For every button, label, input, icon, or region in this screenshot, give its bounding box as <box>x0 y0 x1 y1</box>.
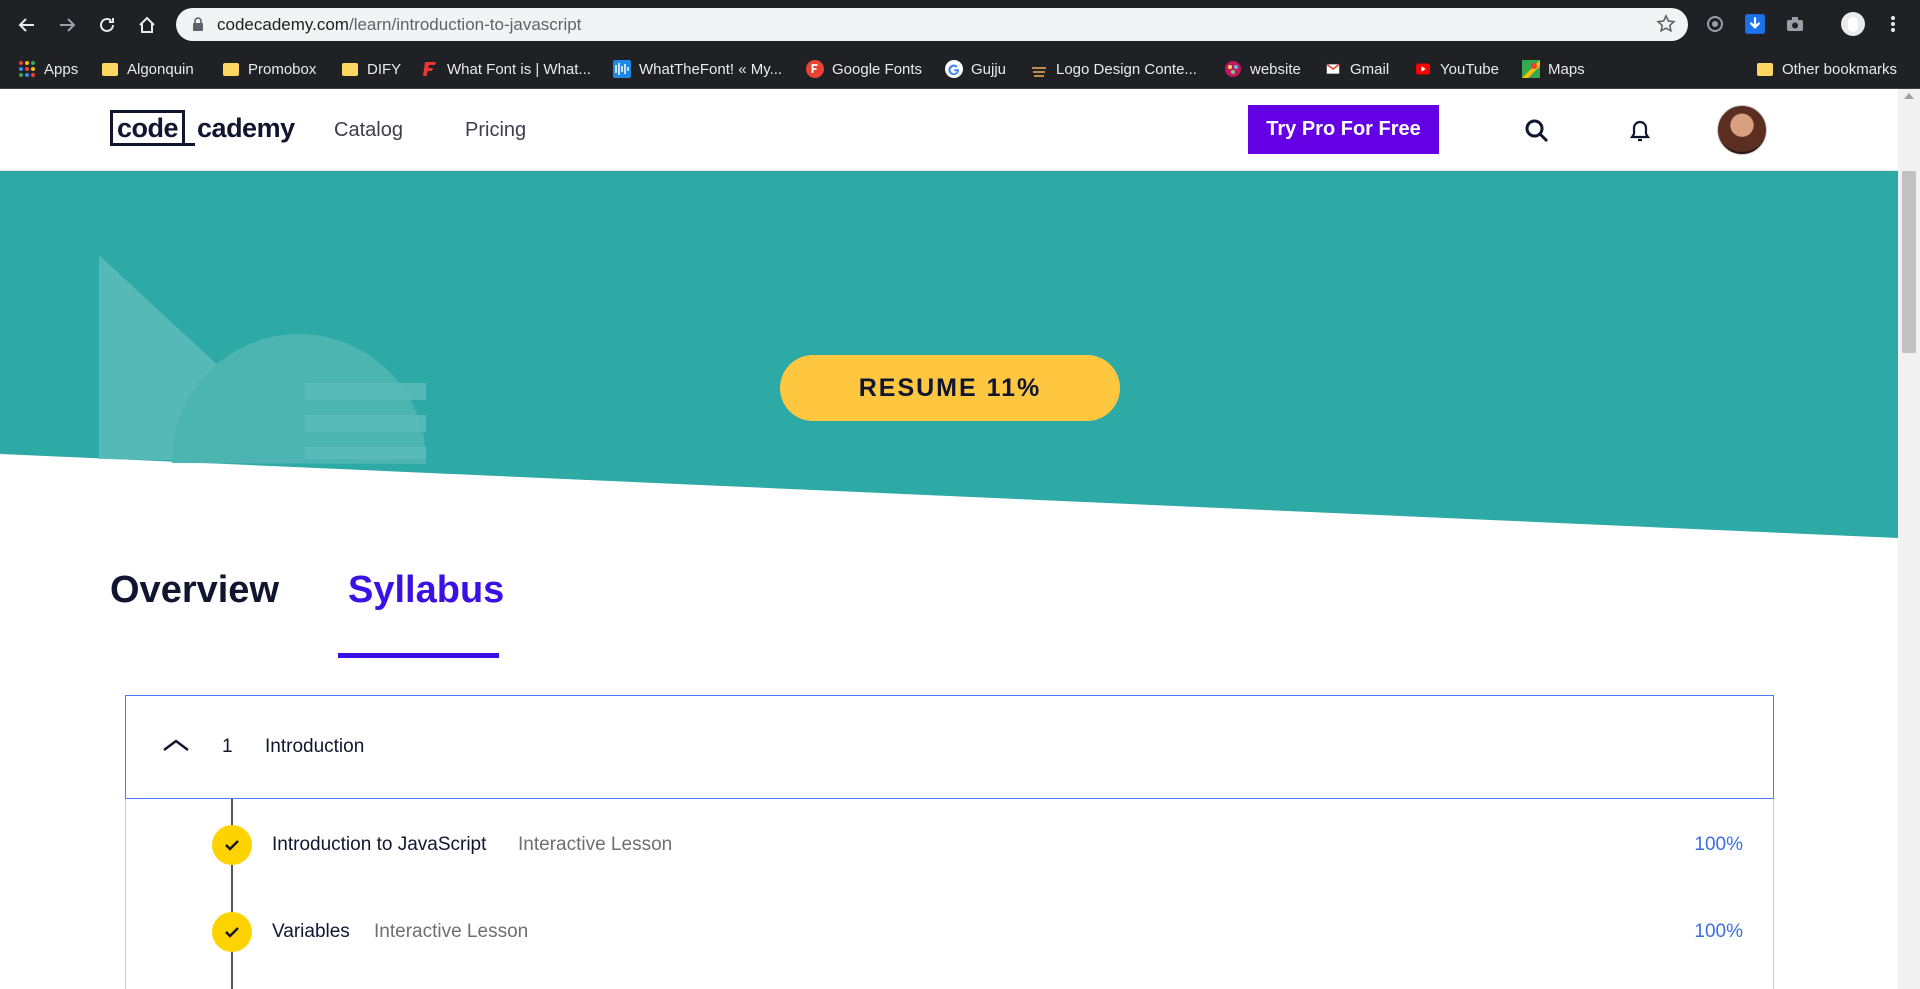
bookmark-promobox[interactable]: Promobox <box>222 49 316 89</box>
checkmark-icon <box>212 825 252 865</box>
google-icon <box>945 60 963 78</box>
bookmark-label: Apps <box>44 60 79 78</box>
folder-icon <box>1756 60 1774 78</box>
tab-syllabus[interactable]: Syllabus <box>348 569 504 612</box>
url-text: codecademy.com/learn/introduction-to-jav… <box>217 15 582 34</box>
bookmark-google-fonts[interactable]: Google Fonts <box>806 49 922 89</box>
home-button[interactable] <box>132 10 162 40</box>
module-title: Introduction <box>265 736 365 757</box>
back-button[interactable] <box>12 10 42 40</box>
scrollbar-thumb[interactable] <box>1902 171 1916 353</box>
bookmark-label: Gmail <box>1350 60 1390 78</box>
nav-pricing[interactable]: Pricing <box>465 119 526 142</box>
nav-catalog[interactable]: Catalog <box>334 119 403 142</box>
bookmark-label: Google Fonts <box>832 60 923 78</box>
bookmark-maps[interactable]: Maps <box>1522 49 1585 89</box>
folder-icon <box>222 60 240 78</box>
bookmark-label: Gujju <box>971 60 1007 78</box>
youtube-icon <box>1414 60 1432 78</box>
whatthefont-icon <box>613 60 631 78</box>
browser-toolbar: codecademy.com/learn/introduction-to-jav… <box>0 0 1920 49</box>
resume-button[interactable]: RESUME 11% <box>780 355 1120 421</box>
bookmark-gmail[interactable]: Gmail <box>1324 49 1389 89</box>
logo-cursor <box>185 143 196 146</box>
extension-camera-icon[interactable] <box>1783 12 1807 36</box>
bookmark-label: Logo Design Conte... <box>1056 60 1197 78</box>
lesson-name: Variables <box>272 921 350 942</box>
bookmark-label: DIFY <box>367 60 402 78</box>
bookmark-gujju[interactable]: Gujju <box>945 49 1006 89</box>
forward-arrow-icon <box>60 18 76 32</box>
user-avatar[interactable] <box>1717 105 1767 155</box>
bookmark-website[interactable]: website <box>1224 49 1301 89</box>
try-pro-button[interactable]: Try Pro For Free <box>1248 105 1439 154</box>
bookmark-label: WhatTheFont! « My... <box>639 60 783 78</box>
module-number: 1 <box>222 736 233 757</box>
list-item[interactable]: Variables Interactive Lesson 100% <box>126 902 1773 962</box>
bookmark-label: What Font is | What... <box>447 60 591 78</box>
extension-download-icon[interactable] <box>1743 12 1767 36</box>
bookmark-label: Maps <box>1548 60 1585 78</box>
tab-overview[interactable]: Overview <box>110 569 279 612</box>
reload-icon <box>100 17 114 32</box>
scroll-up-arrow-icon[interactable] <box>1904 93 1914 99</box>
folder-icon <box>101 60 119 78</box>
website-icon <box>1224 60 1242 78</box>
whatfontis-icon <box>421 60 439 78</box>
address-bar[interactable]: codecademy.com/learn/introduction-to-jav… <box>176 8 1688 41</box>
home-icon <box>139 16 155 33</box>
page-content: code cademy Catalog Pricing Try Pro For F… <box>0 89 1898 989</box>
list-item[interactable]: Introduction to JavaScript Interactive L… <box>126 815 1773 875</box>
gmail-icon <box>1324 60 1342 78</box>
forward-button[interactable] <box>52 10 82 40</box>
bookmark-algonquin[interactable]: Algonquin <box>101 49 194 89</box>
back-arrow-icon <box>18 18 34 32</box>
syllabus-module[interactable]: 1 Introduction <box>125 695 1774 799</box>
search-icon[interactable] <box>1522 116 1552 146</box>
reload-button[interactable] <box>92 10 122 40</box>
bookmark-whatthefont[interactable]: WhatTheFont! « My... <box>613 49 782 89</box>
bookmark-star-icon[interactable] <box>1656 14 1676 34</box>
bookmark-label: Other bookmarks <box>1782 60 1898 78</box>
profile-avatar-icon[interactable] <box>1841 12 1865 36</box>
logo-design-icon <box>1030 60 1048 78</box>
page-scrollbar[interactable] <box>1898 89 1920 989</box>
bookmark-label: Algonquin <box>127 60 194 78</box>
lock-icon <box>193 17 203 31</box>
bookmark-whatfontis[interactable]: What Font is | What... <box>421 49 591 89</box>
extension-sync-icon[interactable] <box>1703 12 1727 36</box>
maps-icon <box>1522 60 1540 78</box>
course-hero: RESUME 11% <box>0 171 1898 541</box>
bookmarks-bar: Apps Algonquin Promobox DIFY What Font i… <box>0 49 1920 89</box>
bookmark-label: Promobox <box>248 60 317 78</box>
bookmark-dify[interactable]: DIFY <box>341 49 401 89</box>
browser-menu-icon[interactable] <box>1881 12 1905 36</box>
bookmark-label: website <box>1250 60 1301 78</box>
bookmark-other[interactable]: Other bookmarks <box>1756 49 1897 89</box>
bookmark-apps[interactable]: Apps <box>18 49 78 89</box>
notification-bell-icon[interactable] <box>1625 116 1655 146</box>
lesson-percent: 100% <box>1694 834 1743 855</box>
course-tabs: Overview Syllabus <box>0 569 1898 669</box>
lesson-name: Introduction to JavaScript <box>272 834 487 855</box>
google-fonts-icon <box>806 60 824 78</box>
chevron-up-icon[interactable] <box>161 735 191 755</box>
lesson-list: Introduction to JavaScript Interactive L… <box>125 799 1774 989</box>
checkmark-icon <box>212 912 252 952</box>
bookmark-youtube[interactable]: YouTube <box>1414 49 1499 89</box>
apps-grid-icon <box>18 60 36 78</box>
codecademy-logo[interactable]: code cademy <box>110 110 295 146</box>
bookmark-logo-design[interactable]: Logo Design Conte... <box>1030 49 1197 89</box>
active-tab-indicator <box>338 653 499 658</box>
bookmark-label: YouTube <box>1440 60 1499 78</box>
logo-text: cademy <box>197 112 295 143</box>
lesson-type: Interactive Lesson <box>518 834 673 855</box>
site-header: code cademy Catalog Pricing Try Pro For F… <box>0 89 1898 171</box>
folder-icon <box>341 60 359 78</box>
lesson-type: Interactive Lesson <box>374 921 529 942</box>
lesson-percent: 100% <box>1694 921 1743 942</box>
logo-code-box: code <box>110 110 186 146</box>
